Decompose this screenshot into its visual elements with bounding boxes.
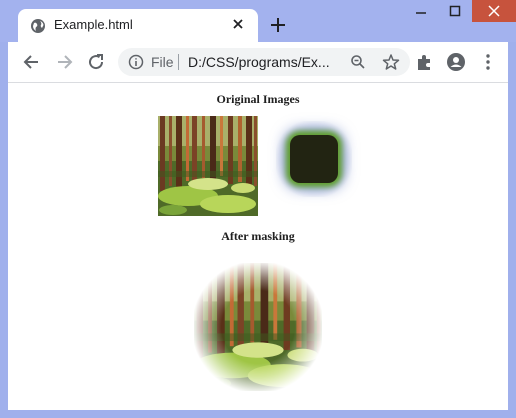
zoom-icon[interactable] — [350, 54, 366, 70]
minimize-button[interactable] — [404, 0, 438, 22]
tab-strip: Example.html — [0, 0, 516, 42]
puzzle-icon[interactable] — [414, 52, 434, 72]
tab-example[interactable]: Example.html — [18, 9, 258, 42]
minimize-icon — [416, 12, 426, 14]
forest-picture — [158, 116, 258, 216]
star-icon[interactable] — [382, 53, 400, 71]
plus-icon[interactable] — [268, 15, 288, 35]
tab-title: Example.html — [54, 17, 133, 32]
maximize-button[interactable] — [438, 0, 472, 22]
close-window-button[interactable] — [472, 0, 516, 22]
omnibox-separator — [178, 54, 179, 70]
window-controls — [404, 0, 516, 22]
maximize-icon — [449, 5, 461, 17]
url-text[interactable]: D:/CSS/programs/Ex... — [188, 54, 330, 70]
arrow-left-icon[interactable] — [22, 52, 42, 72]
close-icon[interactable] — [230, 16, 246, 32]
original-forest-image — [158, 116, 258, 216]
masked-forest-image — [194, 263, 322, 391]
arrow-right-icon[interactable] — [54, 52, 74, 72]
mask-image — [276, 121, 352, 197]
info-icon[interactable] — [128, 54, 144, 70]
masked-forest-picture — [194, 263, 322, 391]
address-bar[interactable]: File D:/CSS/programs/Ex... — [118, 48, 410, 76]
globe-icon — [31, 19, 45, 33]
page-viewport: Original Images After masking — [8, 83, 508, 410]
kebab-menu-icon[interactable] — [478, 52, 498, 72]
profile-icon[interactable] — [446, 52, 466, 72]
after-masking-heading: After masking — [221, 229, 295, 243]
original-images-heading: Original Images — [216, 92, 300, 106]
mask-shape — [290, 135, 338, 183]
browser-window: Example.html File D:/CSS/programs/Ex... … — [0, 0, 516, 418]
url-scheme-label: File — [151, 54, 174, 70]
toolbar: File D:/CSS/programs/Ex... — [8, 42, 508, 83]
close-window-icon — [488, 5, 500, 17]
reload-icon[interactable] — [86, 52, 106, 72]
